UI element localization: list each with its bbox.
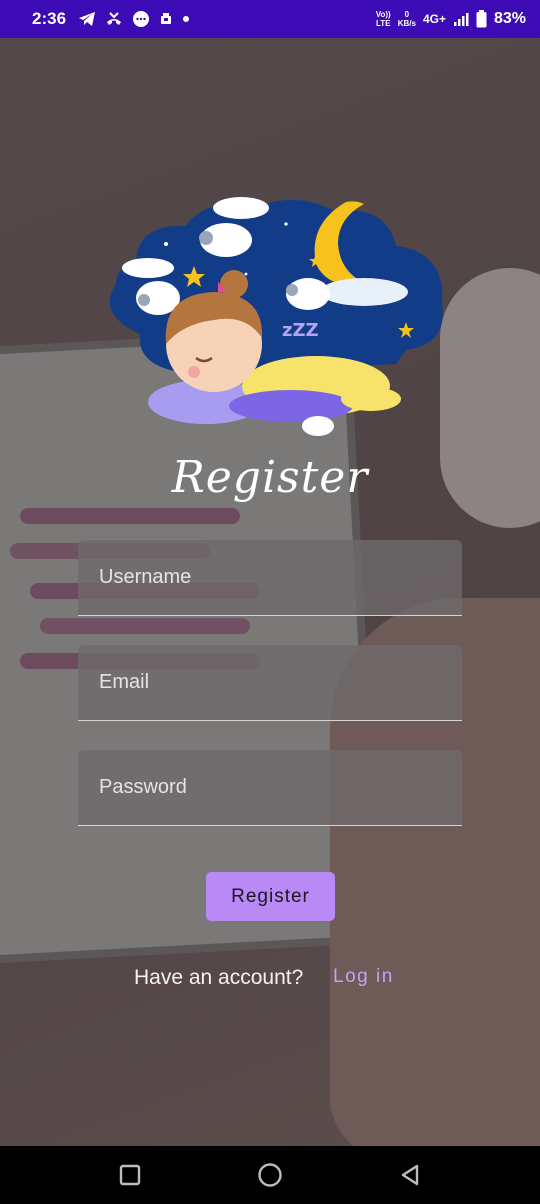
status-time: 2:36 [32, 9, 67, 28]
back-triangle-icon [401, 1164, 419, 1186]
speed-value: 0 [404, 10, 410, 19]
password-field[interactable] [78, 750, 462, 826]
password-input[interactable] [78, 750, 462, 825]
recents-button[interactable] [110, 1155, 150, 1195]
email-input[interactable] [78, 645, 462, 720]
register-button[interactable]: Register [206, 872, 335, 921]
messages-icon [133, 11, 150, 27]
notification-icons [78, 10, 190, 28]
volte-indicator: Vo)) LTE [376, 10, 391, 28]
background-tracker-bar [20, 508, 240, 524]
sleep-zzz-text: zZZ [282, 320, 319, 341]
volte-top: Vo)) [375, 10, 391, 19]
recents-square-icon [119, 1164, 141, 1186]
dot-icon [183, 16, 190, 22]
register-screen: 2:36 Vo)) LTE 0 KB/s 4G+ 83% zZZ Registe… [0, 0, 540, 1204]
app-notification-icon [161, 13, 172, 24]
register-title: Register [171, 452, 369, 503]
home-button[interactable] [250, 1155, 290, 1195]
login-link[interactable]: Log in [333, 966, 394, 988]
volte-bottom: LTE [375, 19, 391, 28]
missed-call-icon [107, 12, 122, 25]
email-field[interactable] [78, 645, 462, 721]
background-tracker-bar [40, 618, 250, 634]
system-nav-bar [0, 1146, 540, 1204]
sleeping-child-illustration: zZZ [109, 197, 443, 436]
back-button[interactable] [390, 1155, 430, 1195]
battery-icon [476, 10, 487, 28]
network-type: 4G+ [422, 12, 446, 26]
signal-icon [453, 13, 469, 26]
system-status: Vo)) LTE 0 KB/s 4G+ 83% [376, 10, 526, 28]
username-input[interactable] [78, 540, 462, 615]
username-field[interactable] [78, 540, 462, 616]
home-circle-icon [258, 1163, 282, 1187]
data-speed: 0 KB/s [398, 10, 416, 28]
telegram-icon [79, 12, 96, 26]
status-bar: 2:36 Vo)) LTE 0 KB/s 4G+ 83% [0, 0, 540, 38]
speed-unit: KB/s [397, 19, 416, 28]
battery-percent: 83% [493, 10, 526, 27]
have-account-text: Have an account? [134, 966, 304, 989]
